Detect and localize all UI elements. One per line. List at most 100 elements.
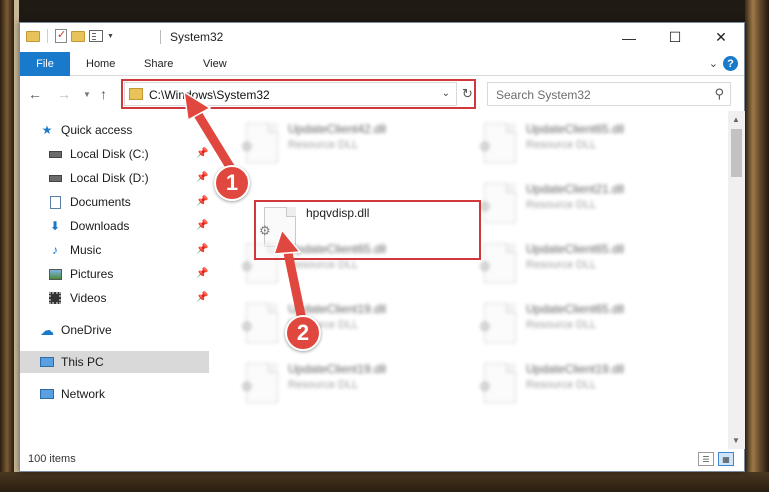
file-type: Resource DLL (526, 319, 597, 331)
pictures-icon (48, 267, 62, 281)
file-highlight-box (254, 200, 481, 260)
close-button[interactable]: ✕ (698, 23, 744, 52)
gear-icon: ⚙ (479, 379, 491, 394)
tab-home[interactable]: Home (86, 52, 115, 76)
sidebar-item-music[interactable]: ♪ Music 📌 (20, 239, 209, 261)
tab-file[interactable]: File (20, 52, 70, 76)
file-name: UpdateClient65.dll (526, 302, 625, 316)
drive-icon (48, 147, 62, 161)
gear-icon: ⚙ (479, 259, 491, 274)
step-1-badge: 1 (214, 165, 250, 201)
scroll-up-icon[interactable]: ▲ (732, 115, 740, 124)
file-type: Resource DLL (288, 259, 359, 271)
sidebar-item-onedrive[interactable]: ☁ OneDrive (20, 319, 209, 341)
help-icon[interactable]: ? (723, 56, 738, 71)
sidebar-item-label: This PC (61, 355, 104, 369)
step-2-badge: 2 (285, 315, 321, 351)
sidebar-item-label: Local Disk (D:) (70, 171, 149, 185)
new-folder-icon[interactable] (71, 30, 85, 42)
toolbar-separator (47, 29, 48, 43)
sidebar-item-network[interactable]: Network (20, 383, 209, 405)
file-type: Resource DLL (526, 199, 597, 211)
gear-icon: ⚙ (241, 259, 253, 274)
forward-arrow-icon[interactable]: → (57, 86, 71, 102)
large-icons-view-icon[interactable]: ▦ (718, 452, 734, 466)
tab-view[interactable]: View (203, 52, 227, 76)
star-icon: ★ (41, 123, 53, 137)
file-type: Resource DLL (288, 139, 359, 151)
address-row: ← → ▼ ↑ C:\Windows\System32 ⌄ ↻ Search S… (20, 77, 744, 111)
file-name: UpdateClient19.dll (288, 302, 387, 316)
back-arrow-icon[interactable]: ← (28, 86, 42, 102)
file-item[interactable]: ⚙ UpdateClient19.dll Resource DLL (476, 359, 701, 409)
file-type: Resource DLL (526, 379, 597, 391)
pin-icon[interactable]: 📌 (196, 268, 208, 279)
file-name: UpdateClient65.dll (526, 242, 625, 256)
gear-icon: ⚙ (479, 319, 491, 334)
scrollbar-thumb[interactable] (731, 129, 742, 177)
file-name: UpdateClient19.dll (526, 362, 625, 376)
search-icon[interactable]: ⚲ (714, 86, 724, 102)
file-item[interactable]: ⚙ UpdateClient21.dll Resource DLL (476, 179, 701, 229)
sidebar-item-label: Pictures (70, 267, 114, 281)
pin-icon[interactable]: 📌 (196, 244, 208, 255)
network-icon (40, 387, 54, 401)
pin-icon[interactable]: 📌 (196, 220, 208, 231)
sidebar-item-quick-access[interactable]: ★ Quick access (20, 119, 209, 141)
minimize-button[interactable]: — (606, 23, 652, 52)
properties-icon[interactable] (55, 28, 67, 43)
sidebar-item-this-pc[interactable]: This PC (20, 351, 209, 373)
up-arrow-icon[interactable]: ↑ (100, 86, 107, 102)
file-item[interactable]: ⚙ UpdateClient42.dll Resource DLL (238, 119, 463, 169)
pin-icon[interactable]: 📌 (196, 172, 208, 183)
sidebar-item-documents[interactable]: Documents 📌 (20, 191, 209, 213)
computer-icon (40, 355, 54, 369)
gear-icon: ⚙ (241, 319, 253, 334)
search-placeholder: Search System32 (496, 88, 591, 102)
file-item[interactable]: ⚙ UpdateClient19.dll Resource DLL (238, 299, 463, 349)
sidebar-item-label: Music (70, 243, 102, 257)
maximize-button[interactable]: ☐ (652, 23, 698, 52)
window-title: System32 (170, 30, 224, 44)
vertical-scrollbar[interactable]: ▲ ▼ (728, 111, 745, 449)
sidebar-item-local-disk-d[interactable]: Local Disk (D:) 📌 (20, 167, 209, 189)
sidebar-item-label: OneDrive (61, 323, 112, 337)
cloud-icon: ☁ (40, 321, 54, 338)
file-item[interactable]: ⚙ UpdateClient65.dll Resource DLL (476, 119, 701, 169)
document-icon (48, 195, 62, 209)
sidebar-item-pictures[interactable]: Pictures 📌 (20, 263, 209, 285)
file-item[interactable]: ⚙ UpdateClient65.dll Resource DLL (476, 239, 701, 289)
file-item[interactable]: ⚙ UpdateClient19.dll Resource DLL (238, 359, 463, 409)
sidebar-item-label: Videos (70, 291, 107, 305)
address-bar-highlight (121, 79, 476, 109)
navigation-pane: ★ Quick access Local Disk (C:) 📌 Local D… (20, 111, 209, 449)
view-options-icon[interactable] (89, 30, 103, 42)
search-box[interactable]: Search System32 ⚲ (487, 82, 731, 106)
ribbon-tabs: File Home Share View ⌄ ? (20, 52, 744, 76)
pin-icon[interactable]: 📌 (196, 196, 208, 207)
file-type: Resource DLL (526, 139, 597, 151)
gear-icon: ⚙ (479, 139, 491, 154)
expand-ribbon-icon[interactable]: ⌄ (709, 57, 718, 70)
chevron-down-icon[interactable]: ▼ (107, 33, 114, 40)
tab-share[interactable]: Share (144, 52, 173, 76)
sidebar-item-downloads[interactable]: ⬇ Downloads 📌 (20, 215, 209, 237)
pin-icon[interactable]: 📌 (196, 292, 208, 303)
folder-icon (26, 30, 40, 42)
pin-icon[interactable]: 📌 (196, 148, 208, 159)
file-name: UpdateClient42.dll (288, 122, 387, 136)
sidebar-item-label: Local Disk (C:) (70, 147, 149, 161)
gear-icon: ⚙ (241, 139, 253, 154)
recent-locations-chevron-icon[interactable]: ▼ (83, 90, 91, 99)
sidebar-item-label: Downloads (70, 219, 130, 233)
status-bar: 100 items ☰ ▦ (20, 449, 744, 471)
window-controls: — ☐ ✕ (606, 23, 744, 52)
file-item[interactable]: ⚙ UpdateClient65.dll Resource DLL (476, 299, 701, 349)
sidebar-item-local-disk-c[interactable]: Local Disk (C:) 📌 (20, 143, 209, 165)
sidebar-item-label: Documents (70, 195, 131, 209)
details-view-icon[interactable]: ☰ (698, 452, 714, 466)
scroll-down-icon[interactable]: ▼ (732, 436, 740, 445)
sidebar-item-videos[interactable]: Videos 📌 (20, 287, 209, 309)
file-name: UpdateClient65.dll (526, 122, 625, 136)
gear-icon: ⚙ (241, 379, 253, 394)
